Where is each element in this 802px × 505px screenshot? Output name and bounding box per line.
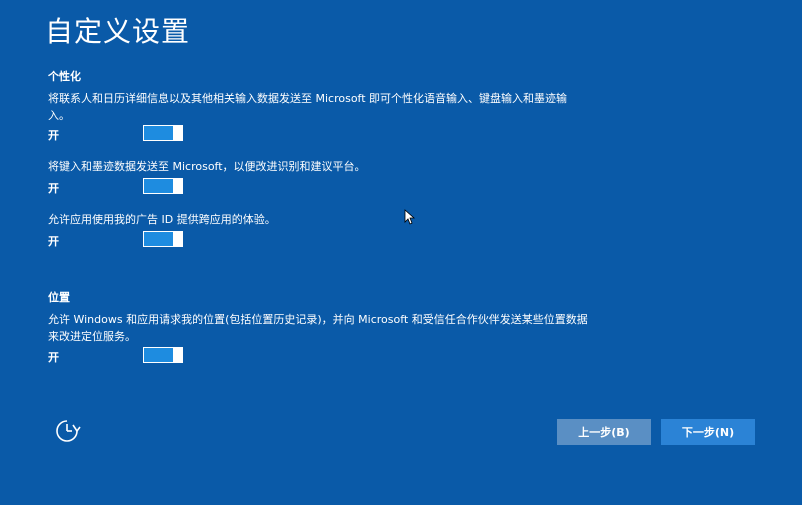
toggle-typing-inking[interactable]: [143, 178, 183, 194]
toggle-thumb: [173, 231, 182, 247]
section-heading-location: 位置: [48, 291, 70, 304]
next-button[interactable]: 下一步(N): [661, 419, 755, 445]
toggle-thumb: [173, 178, 182, 194]
toggle-thumb: [173, 125, 182, 141]
setting-description-advertising-id: 允许应用使用我的广告 ID 提供跨应用的体验。: [48, 213, 276, 226]
section-heading-personalization: 个性化: [48, 70, 81, 83]
toggle-location[interactable]: [143, 347, 183, 363]
setting-state-label: 开: [48, 351, 59, 364]
mouse-pointer-icon: [404, 209, 416, 225]
toggle-thumb: [173, 347, 182, 363]
toggle-contacts-calendar[interactable]: [143, 125, 183, 141]
page-title: 自定义设置: [45, 15, 191, 48]
setting-state-label: 开: [48, 129, 59, 142]
setting-state-label: 开: [48, 235, 59, 248]
setting-description-location: 允许 Windows 和应用请求我的位置(包括位置历史记录)，并向 Micros…: [48, 313, 588, 343]
ease-of-access-icon[interactable]: [52, 416, 82, 446]
toggle-advertising-id[interactable]: [143, 231, 183, 247]
back-button[interactable]: 上一步(B): [557, 419, 651, 445]
setting-state-label: 开: [48, 182, 59, 195]
setting-description-contacts-calendar: 将联系人和日历详细信息以及其他相关输入数据发送至 Microsoft 即可个性化…: [48, 92, 568, 122]
setting-description-typing-inking: 将键入和墨迹数据发送至 Microsoft，以便改进识别和建议平台。: [48, 160, 366, 173]
